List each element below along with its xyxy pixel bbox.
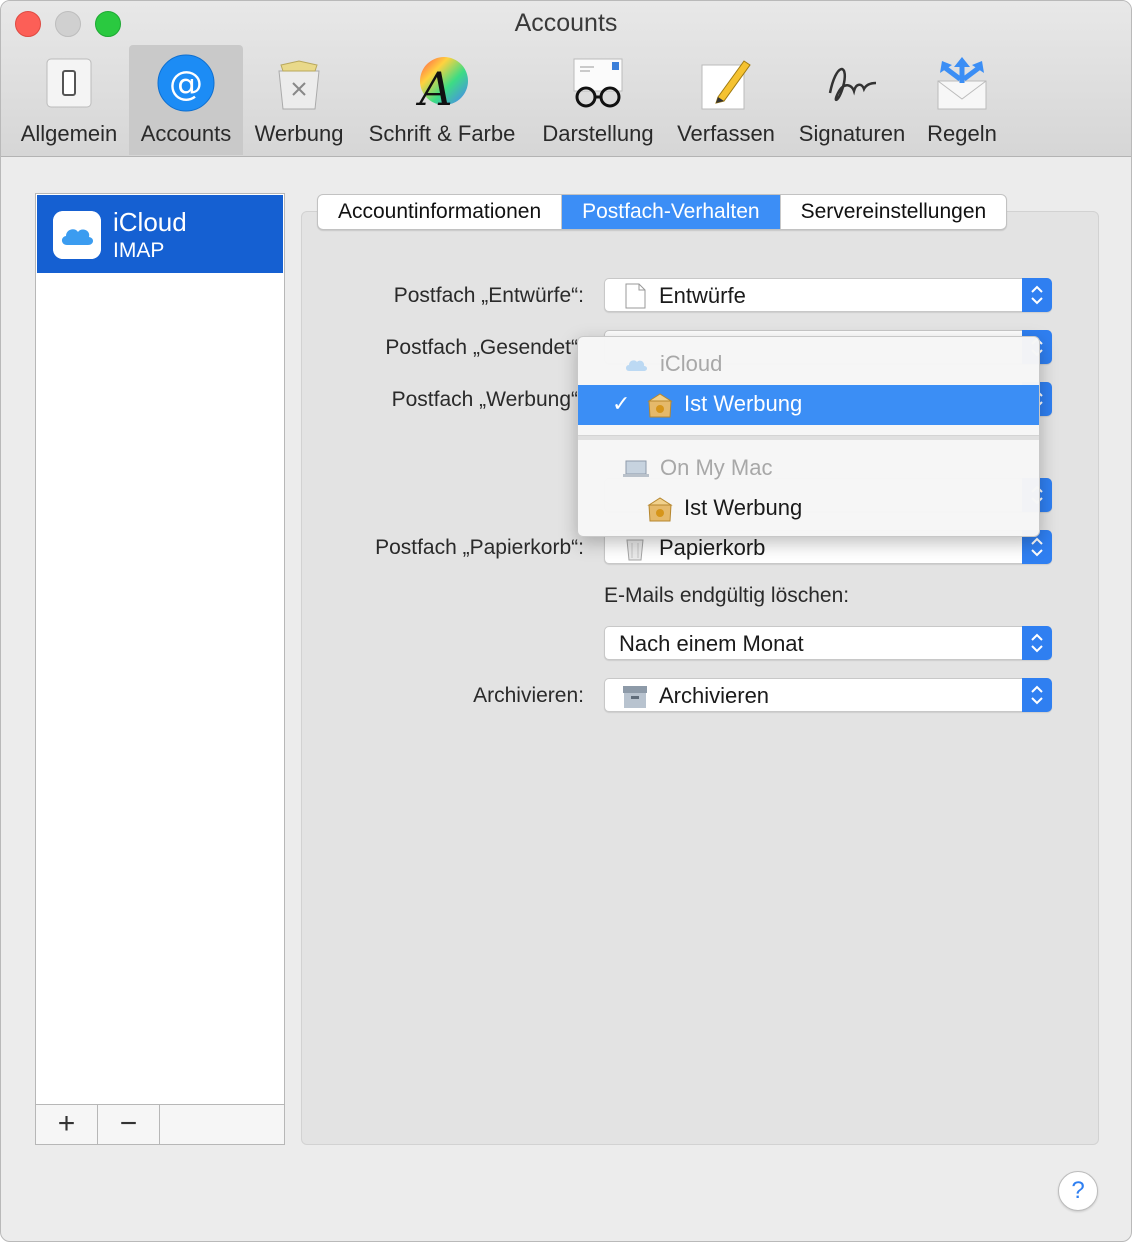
font-color-icon: A [415, 57, 468, 113]
account-list: iCloud IMAP + − [35, 193, 285, 1145]
erase-heading: E-Mails endgültig löschen: [604, 584, 850, 607]
drafts-label: Postfach „Entwürfe“: [393, 284, 584, 307]
toolbar-signatures[interactable]: Signaturen [789, 45, 915, 155]
icloud-icon [53, 211, 101, 259]
trash-label: Postfach „Papierkorb“: [375, 536, 584, 559]
at-sign-icon: @ [157, 54, 215, 112]
account-row-icloud[interactable]: iCloud IMAP [37, 195, 283, 273]
tab-account-information[interactable]: Accountinformationen [318, 195, 563, 229]
account-type: IMAP [113, 239, 165, 262]
junk-mailbox-popup: iCloud ✓ Ist Werbung On My Mac Ist Werbu… [577, 336, 1040, 537]
svg-text:@: @ [169, 64, 203, 104]
popup-header-icloud: iCloud [578, 345, 1039, 385]
account-name: iCloud [113, 207, 187, 237]
junk-bin-icon [278, 60, 320, 110]
tab-mailbox-behaviors[interactable]: Postfach-Verhalten [562, 195, 781, 229]
archive-label: Archivieren: [473, 684, 584, 707]
tab-bar: Accountinformationen Postfach-Verhalten … [317, 194, 1008, 230]
chevron-updown-icon [1022, 278, 1052, 312]
laptop-icon [623, 460, 649, 477]
glasses-icon [573, 58, 623, 108]
rules-envelope-icon [937, 57, 987, 110]
remove-account-button[interactable]: − [98, 1105, 160, 1144]
chevron-updown-icon [1022, 626, 1052, 660]
switch-icon [46, 58, 92, 108]
drafts-mailbox-select[interactable]: Entwürfe [604, 278, 1052, 312]
checkmark-icon: ✓ [612, 391, 631, 416]
pencil-note-icon [701, 60, 751, 110]
trash-icon [626, 539, 644, 561]
window-title: Accounts [514, 9, 618, 37]
toolbar-accounts[interactable]: @ Accounts [129, 45, 243, 155]
help-button[interactable]: ? [1058, 1171, 1098, 1211]
document-icon [625, 283, 646, 309]
toolbar-viewing[interactable]: Darstellung [533, 45, 663, 155]
toolbar-fonts-colors[interactable]: A Schrift & Farbe [357, 45, 527, 155]
popup-header-on-my-mac: On My Mac [578, 449, 1039, 489]
popup-separator [578, 435, 1039, 440]
popup-item-icloud-junk[interactable]: ✓ Ist Werbung [578, 385, 1039, 425]
chevron-updown-icon [1022, 678, 1052, 712]
preferences-window: Accounts Allgemein @ Accounts Werbung A … [0, 0, 1132, 1242]
svg-text:A: A [415, 62, 452, 113]
add-account-button[interactable]: + [36, 1105, 98, 1144]
account-list-footer: + − [36, 1104, 284, 1144]
toolbar-junk[interactable]: Werbung [247, 45, 351, 155]
popup-item-mac-junk[interactable]: Ist Werbung [578, 489, 1039, 529]
erase-period-select[interactable]: Nach einem Monat [604, 626, 1052, 660]
icloud-icon [626, 360, 647, 371]
junk-folder-icon [647, 393, 673, 418]
sent-label: Postfach „Gesendet“ [385, 336, 578, 359]
junk-label: Postfach „Werbung“ [391, 388, 578, 411]
titlebar: Accounts Allgemein @ Accounts Werbung A … [1, 1, 1131, 157]
toolbar-composing[interactable]: Verfassen [669, 45, 783, 155]
tab-server-settings[interactable]: Servereinstellungen [781, 195, 1007, 229]
archive-box-icon [623, 686, 647, 708]
junk-folder-icon [647, 497, 673, 522]
toolbar-general[interactable]: Allgemein [7, 45, 131, 155]
toolbar-rules[interactable]: Regeln [917, 45, 1007, 155]
archive-mailbox-select[interactable]: Archivieren [604, 678, 1052, 712]
signature-icon [828, 68, 877, 102]
